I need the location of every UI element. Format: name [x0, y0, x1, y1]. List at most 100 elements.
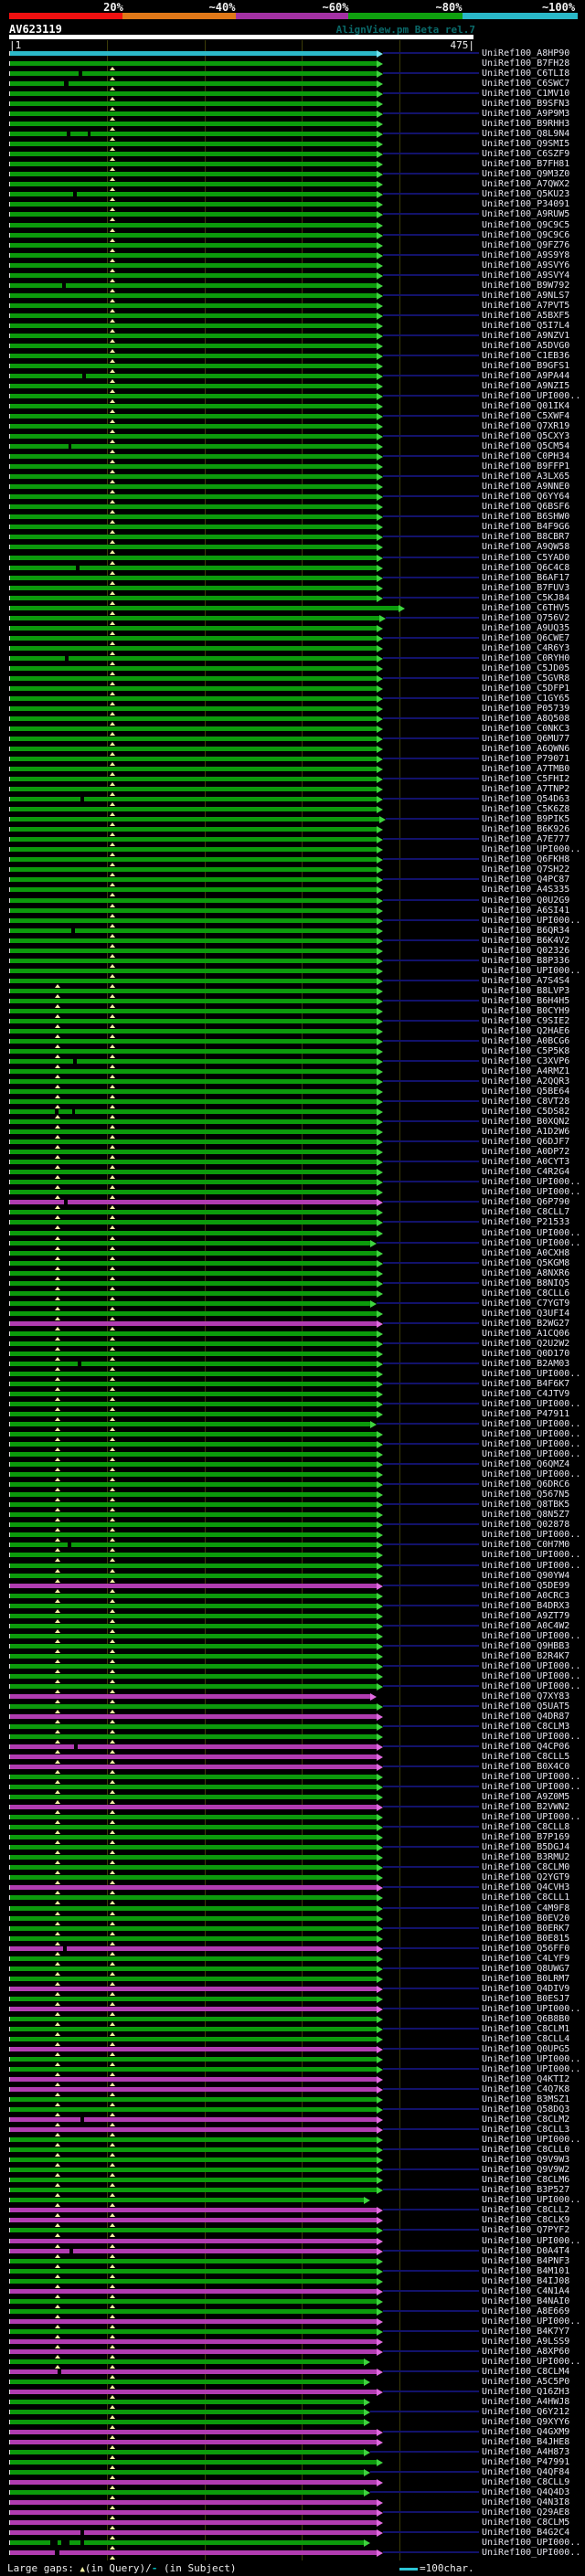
hit-label[interactable]: UniRef100_B2AM03	[482, 1360, 569, 1369]
hit-bar[interactable]	[10, 2157, 377, 2162]
hit-bar[interactable]	[10, 1845, 377, 1850]
hit-arrow-icon[interactable]	[377, 1250, 383, 1257]
hit-label[interactable]: UniRef100_B7FUV3	[482, 584, 569, 593]
hit-label[interactable]: UniRef100_Q6MU77	[482, 735, 569, 744]
hit-bar[interactable]	[10, 354, 377, 358]
hit-label[interactable]: UniRef100_UPI000..	[482, 2237, 580, 2246]
hit-arrow-icon[interactable]	[377, 856, 383, 864]
hit-arrow-icon[interactable]	[377, 373, 383, 380]
hit-arrow-icon[interactable]	[377, 504, 383, 511]
hit-bar[interactable]	[10, 2329, 377, 2334]
hit-arrow-icon[interactable]	[377, 2106, 383, 2114]
hit-label[interactable]: UniRef100_P21533	[482, 1218, 569, 1227]
hit-bar[interactable]	[10, 1372, 377, 1376]
hit-arrow-icon[interactable]	[377, 565, 383, 572]
hit-label[interactable]: UniRef100_A7TNP2	[482, 785, 569, 794]
hit-label[interactable]: UniRef100_Q6DJF7	[482, 1138, 569, 1147]
hit-arrow-icon[interactable]	[364, 2489, 370, 2496]
hit-label[interactable]: UniRef100_UPI000..	[482, 1470, 580, 1479]
hit-arrow-icon[interactable]	[377, 1290, 383, 1298]
hit-label[interactable]: UniRef100_Q54D63	[482, 795, 569, 804]
hit-arrow-icon[interactable]	[377, 958, 383, 965]
hit-bar[interactable]	[10, 1956, 377, 1961]
hit-bar[interactable]	[10, 1140, 377, 1144]
hit-arrow-icon[interactable]	[377, 1925, 383, 1933]
hit-bar[interactable]	[10, 454, 377, 459]
hit-bar[interactable]	[10, 1594, 377, 1598]
hit-arrow-icon[interactable]	[377, 2006, 383, 2013]
hit-label[interactable]: UniRef100_Q6C4C8	[482, 564, 569, 573]
hit-bar[interactable]	[10, 1997, 377, 2001]
hit-arrow-icon[interactable]	[377, 1804, 383, 1811]
hit-arrow-icon[interactable]	[370, 1693, 377, 1701]
hit-label[interactable]: UniRef100_Q16ZH3	[482, 2388, 569, 2397]
hit-label[interactable]: UniRef100_C5FHI2	[482, 775, 569, 784]
hit-arrow-icon[interactable]	[399, 605, 405, 612]
hit-arrow-icon[interactable]	[377, 1986, 383, 1993]
hit-label[interactable]: UniRef100_C8CLL9	[482, 2478, 569, 2487]
hit-label[interactable]: UniRef100_C8CLL4	[482, 2035, 569, 2044]
hit-bar[interactable]	[10, 2249, 377, 2253]
hit-label[interactable]: UniRef100_C6SZF9	[482, 150, 569, 159]
hit-label[interactable]: UniRef100_C0NKC3	[482, 725, 569, 734]
hit-label[interactable]: UniRef100_C8CLM5	[482, 2518, 569, 2528]
hit-bar[interactable]	[10, 837, 377, 842]
hit-label[interactable]: UniRef100_C8CLL8	[482, 1823, 569, 1832]
hit-bar[interactable]	[10, 1835, 377, 1839]
hit-label[interactable]: UniRef100_P79071	[482, 755, 569, 764]
hit-bar[interactable]	[10, 293, 377, 298]
hit-bar[interactable]	[10, 525, 377, 529]
hit-bar[interactable]	[10, 596, 377, 600]
hit-bar[interactable]	[10, 2440, 377, 2444]
hit-bar[interactable]	[10, 152, 377, 156]
hit-arrow-icon[interactable]	[377, 292, 383, 300]
hit-bar[interactable]	[10, 313, 377, 318]
hit-label[interactable]: UniRef100_A9LSS9	[482, 2337, 569, 2347]
hit-label[interactable]: UniRef100_C1GY65	[482, 694, 569, 704]
hit-arrow-icon[interactable]	[377, 928, 383, 935]
hit-label[interactable]: UniRef100_Q5I7L4	[482, 322, 569, 331]
hit-arrow-icon[interactable]	[377, 1623, 383, 1630]
hit-bar[interactable]	[10, 1855, 377, 1860]
hit-arrow-icon[interactable]	[377, 463, 383, 471]
hit-label[interactable]: UniRef100_A2QQR3	[482, 1077, 569, 1087]
hit-arrow-icon[interactable]	[377, 1048, 383, 1055]
hit-arrow-icon[interactable]	[370, 1240, 377, 1247]
hit-label[interactable]: UniRef100_B4F6K7	[482, 1380, 569, 1389]
hit-label[interactable]: UniRef100_Q58DQ3	[482, 2105, 569, 2115]
hit-arrow-icon[interactable]	[377, 886, 383, 894]
hit-arrow-icon[interactable]	[377, 433, 383, 440]
hit-bar[interactable]	[10, 1412, 377, 1416]
hit-bar[interactable]	[10, 908, 377, 913]
hit-arrow-icon[interactable]	[370, 1300, 377, 1308]
hit-label[interactable]: UniRef100_B6QR34	[482, 927, 569, 936]
hit-label[interactable]: UniRef100_A9ZT79	[482, 1612, 569, 1621]
hit-arrow-icon[interactable]	[377, 1401, 383, 1408]
hit-label[interactable]: UniRef100_C8CLL6	[482, 1289, 569, 1299]
hit-arrow-icon[interactable]	[377, 1149, 383, 1156]
hit-bar[interactable]	[10, 1765, 377, 1769]
hit-label[interactable]: UniRef100_Q7XR19	[482, 422, 569, 431]
hit-arrow-icon[interactable]	[377, 1713, 383, 1721]
hit-bar[interactable]	[10, 263, 377, 268]
hit-bar[interactable]	[10, 122, 377, 126]
hit-bar[interactable]	[10, 989, 377, 993]
hit-label[interactable]: UniRef100_UPI000..	[482, 1450, 580, 1459]
hit-bar[interactable]	[10, 1926, 377, 1931]
hit-bar[interactable]	[10, 404, 377, 408]
hit-arrow-icon[interactable]	[364, 2539, 370, 2547]
hit-arrow-icon[interactable]	[377, 917, 383, 925]
hit-arrow-icon[interactable]	[377, 1583, 383, 1590]
hit-bar[interactable]	[10, 817, 379, 822]
hit-label[interactable]: UniRef100_B9RHH3	[482, 120, 569, 129]
hit-bar[interactable]	[10, 787, 377, 791]
hit-bar[interactable]	[10, 2208, 377, 2212]
hit-label[interactable]: UniRef100_C5YAD0	[482, 554, 569, 563]
hit-label[interactable]: UniRef100_C4M9F8	[482, 1904, 569, 1913]
hit-arrow-icon[interactable]	[377, 2338, 383, 2346]
hit-arrow-icon[interactable]	[377, 1844, 383, 1851]
hit-label[interactable]: UniRef100_B8LVP3	[482, 987, 569, 996]
hit-arrow-icon[interactable]	[377, 141, 383, 148]
hit-arrow-icon[interactable]	[377, 242, 383, 249]
hit-label[interactable]: UniRef100_UPI000..	[482, 1188, 580, 1197]
